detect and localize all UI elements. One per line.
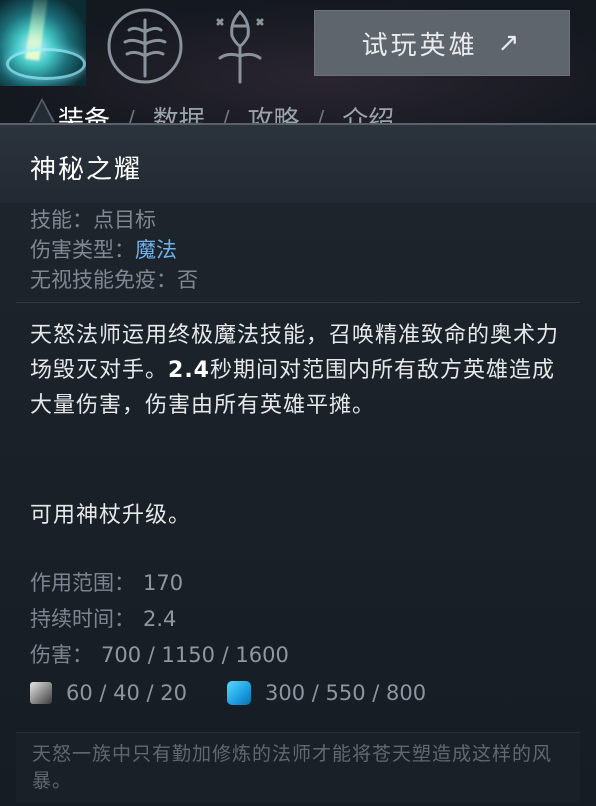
lore-text: 天怒一族中只有勤加修炼的法师才能将苍天塑造成这样的风暴。 bbox=[32, 743, 553, 792]
damage-type-row: 伤害类型：魔法 bbox=[30, 238, 177, 262]
ability-costs: 60 / 40 / 20 300 / 550 / 800 bbox=[30, 678, 426, 708]
ability-type-row: 技能：点目标 bbox=[30, 208, 156, 232]
divider bbox=[16, 302, 580, 303]
duration-highlight: 2.4 bbox=[168, 358, 210, 383]
stat-row: 伤害： 700 / 1150 / 1600 bbox=[30, 643, 289, 667]
stat-row: 作用范围： 170 bbox=[30, 571, 184, 595]
mana-icon bbox=[227, 681, 252, 705]
mana-cost-value: 300 / 550 / 800 bbox=[265, 681, 427, 705]
lore-box: 天怒一族中只有勤加修炼的法师才能将苍天塑造成这样的风暴。 bbox=[16, 732, 580, 803]
talent-tree-icon[interactable] bbox=[105, 6, 185, 86]
cooldown-value: 60 / 40 / 20 bbox=[66, 681, 188, 705]
scepter-upgrade-note: 可用神杖升级。 bbox=[30, 503, 192, 528]
arrow-up-right-icon: ↗ bbox=[497, 28, 523, 58]
ability-tooltip-page: 试玩英雄 ↗ 装备 / 数据 / 攻略 / 介绍 神秘之耀 技能：点目标 伤害类… bbox=[0, 0, 596, 806]
arcane-storm-icon[interactable] bbox=[0, 0, 86, 86]
ability-properties: 技能：点目标 伤害类型：魔法 无视技能免疫：否 bbox=[30, 205, 198, 295]
try-hero-label: 试玩英雄 bbox=[361, 30, 478, 61]
ability-description: 天怒法师运用终极魔法技能，召唤精准致命的奥术力场毁灭对手。2.4秒期间对范围内所… bbox=[30, 323, 560, 418]
pierces-immunity-row: 无视技能免疫：否 bbox=[30, 268, 198, 292]
stat-row: 持续时间： 2.4 bbox=[30, 607, 177, 631]
aghanims-scepter-icon[interactable] bbox=[200, 6, 280, 86]
damage-type-value: 魔法 bbox=[135, 238, 177, 262]
ability-title: 神秘之耀 bbox=[30, 155, 143, 185]
ability-tooltip: 神秘之耀 技能：点目标 伤害类型：魔法 无视技能免疫：否 天怒法师运用终极魔法技… bbox=[0, 123, 596, 806]
hero-header: 试玩英雄 ↗ 装备 / 数据 / 攻略 / 介绍 bbox=[0, 0, 596, 136]
tooltip-header: 神秘之耀 bbox=[0, 125, 596, 203]
ability-stats: 作用范围： 170 持续时间： 2.4 伤害： 700 / 1150 / 1600 bbox=[30, 565, 289, 673]
cooldown-icon bbox=[30, 682, 52, 704]
try-hero-button[interactable]: 试玩英雄 ↗ bbox=[314, 10, 570, 76]
